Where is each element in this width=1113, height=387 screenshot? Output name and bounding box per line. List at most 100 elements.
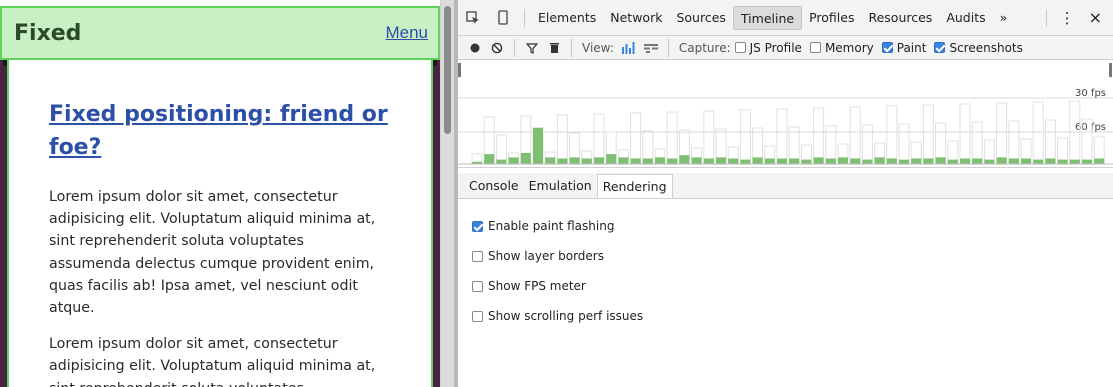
tab-network[interactable]: Network: [603, 6, 669, 30]
range-handle-right[interactable]: [1109, 63, 1112, 77]
screenshots-label: Screenshots: [949, 40, 1023, 55]
capture-label: Capture:: [678, 40, 731, 55]
frame-bar: [1045, 158, 1056, 164]
rendering-panel: Enable paint flashing Show layer borders…: [458, 199, 1113, 387]
checkbox-icon: [809, 42, 821, 53]
subtab-console[interactable]: Console: [464, 174, 524, 198]
frame-outline: [739, 109, 751, 165]
memory-label: Memory: [824, 40, 874, 55]
menu-dots-icon[interactable]: ⋮: [1053, 6, 1082, 30]
more-tabs-button[interactable]: »: [993, 6, 1015, 30]
subtab-emulation[interactable]: Emulation: [524, 174, 597, 198]
page-preview: Fixed Menu Fixed positioning: friend or …: [0, 0, 447, 387]
fps-meter-checkbox[interactable]: Show FPS meter: [472, 271, 1113, 301]
frame-outline: [861, 124, 873, 165]
scrolling-perf-checkbox[interactable]: Show scrolling perf issues: [472, 301, 1113, 331]
subtab-rendering[interactable]: Rendering: [596, 174, 673, 198]
device-mode-icon[interactable]: [488, 0, 518, 36]
frame-bar: [777, 158, 787, 164]
frame-bar: [496, 159, 507, 164]
frame-bar: [1057, 159, 1068, 164]
frame-bar: [1094, 158, 1105, 164]
tab-profiles[interactable]: Profiles: [802, 6, 861, 30]
page-scrollbar[interactable]: [440, 0, 454, 387]
separator: [514, 38, 515, 57]
paint-flashing-checkbox[interactable]: Enable paint flashing: [472, 211, 1113, 241]
menu-link[interactable]: Menu: [385, 23, 428, 43]
tab-resources[interactable]: Resources: [861, 6, 939, 30]
paint-flashing-label: Enable paint flashing: [488, 219, 615, 233]
frame-outline: [1044, 119, 1056, 165]
timeline-overview[interactable]: 30 fps 60 fps: [458, 60, 1113, 168]
article-title[interactable]: Fixed positioning: friend or foe?: [49, 98, 393, 164]
frame-bar: [838, 157, 848, 164]
frame-outline: [703, 110, 715, 165]
trash-icon[interactable]: [543, 37, 565, 59]
tab-elements[interactable]: Elements: [531, 6, 603, 30]
frame-bar: [508, 157, 519, 164]
paragraph: Lorem ipsum dolor sit amet, consectetur …: [49, 336, 376, 387]
layer-borders-checkbox[interactable]: Show layer borders: [472, 241, 1113, 271]
scrolling-perf-label: Show scrolling perf issues: [488, 309, 644, 323]
js-profile-label: JS Profile: [749, 40, 802, 55]
bar-view-icon[interactable]: [618, 37, 640, 59]
frame-bar: [1008, 158, 1019, 164]
inspect-icon[interactable]: [458, 0, 488, 36]
frame-bar: [606, 154, 617, 164]
frame-bar: [947, 159, 958, 164]
frame-outline: [666, 111, 678, 165]
frame-bar: [862, 159, 873, 164]
frame-bar: [850, 158, 861, 164]
fps-meter-label: Show FPS meter: [488, 279, 586, 293]
clear-icon[interactable]: [486, 37, 508, 59]
frame-bar: [801, 159, 812, 164]
layer-borders-label: Show layer borders: [488, 249, 604, 263]
frame-bar: [764, 158, 775, 164]
filter-icon[interactable]: [521, 37, 543, 59]
paragraph: Lorem ipsum dolor sit amet, consectetur …: [49, 189, 376, 317]
frame-outline: [788, 126, 800, 165]
frame-outline: [922, 104, 934, 165]
frame-bar: [1082, 159, 1092, 164]
timeline-toolbar: View: Capture: JS Profile Memory Paint S…: [458, 36, 1113, 60]
frame-bar: [581, 158, 592, 164]
frame-bar: [642, 158, 653, 164]
checkbox-icon: [472, 310, 483, 322]
record-icon[interactable]: [464, 37, 486, 59]
frame-outline: [593, 113, 605, 165]
frame-outline: [776, 108, 788, 165]
frame-bar: [594, 157, 604, 164]
devtools-panel: Elements Network Sources Timeline Profil…: [458, 0, 1113, 387]
range-handle-left[interactable]: [458, 63, 461, 77]
page-scrollbar-thumb[interactable]: [444, 6, 451, 134]
frame-bar: [911, 158, 922, 164]
frame-bar: [703, 158, 714, 164]
header-title: Fixed: [14, 20, 82, 46]
frame-outline: [849, 106, 861, 165]
separator: [1045, 8, 1047, 27]
close-icon[interactable]: ×: [1082, 6, 1109, 30]
js-profile-checkbox[interactable]: JS Profile: [734, 40, 802, 55]
frame-outline: [971, 121, 983, 165]
screenshots-checkbox[interactable]: Screenshots: [934, 40, 1023, 55]
frame-bar: [618, 157, 629, 164]
frame-bar: [667, 158, 678, 164]
frame-bar: [557, 158, 568, 164]
frame-bar: [679, 155, 690, 164]
frame-bar: [886, 158, 897, 164]
frame-bar: [716, 157, 726, 164]
flame-view-icon[interactable]: [640, 37, 662, 59]
tab-timeline[interactable]: Timeline: [732, 5, 803, 30]
frame-bar: [740, 159, 751, 164]
paint-checkbox[interactable]: Paint: [881, 41, 926, 55]
frame-bar: [813, 157, 824, 164]
checkbox-icon: [734, 42, 746, 53]
frame-outline: [1032, 101, 1044, 165]
content-frame: Fixed positioning: friend or foe? Lorem …: [0, 60, 440, 387]
frame-bar: [1021, 158, 1031, 164]
tab-sources[interactable]: Sources: [669, 6, 732, 30]
frame-outline: [556, 114, 568, 165]
memory-checkbox[interactable]: Memory: [809, 40, 874, 55]
checkbox-icon: [472, 280, 483, 292]
tab-audits[interactable]: Audits: [939, 6, 992, 30]
